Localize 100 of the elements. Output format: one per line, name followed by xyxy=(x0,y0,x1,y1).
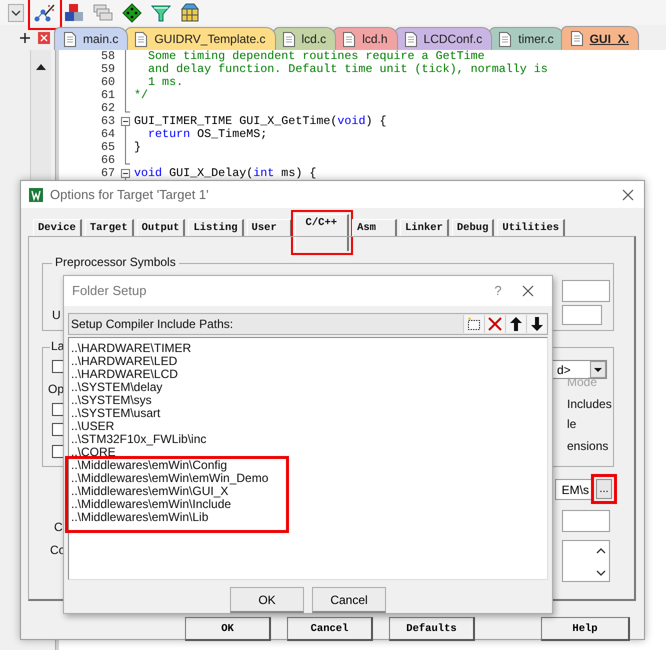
code-line: void GUI_X_Delay(int ms) { xyxy=(133,167,316,180)
document-icon xyxy=(404,32,417,46)
option-label: ensions xyxy=(567,439,608,453)
label-fragment: C xyxy=(54,520,63,534)
dialog-tab[interactable]: Listing xyxy=(188,219,244,237)
file-tab[interactable]: GUI_X. xyxy=(560,26,639,50)
windows-icon xyxy=(93,2,113,22)
dropdown[interactable]: d> xyxy=(550,360,607,379)
pin-icon[interactable] xyxy=(20,32,30,42)
code-line: return OS_TimeMS; xyxy=(147,128,268,141)
line-number: 59 xyxy=(100,63,116,76)
dialog-tab[interactable]: Utilities xyxy=(497,219,566,237)
close-icon[interactable] xyxy=(622,188,634,200)
file-tab[interactable]: LCDConf.c xyxy=(394,27,492,50)
chip-grid-button[interactable] xyxy=(178,0,202,24)
include-path-item[interactable]: ..\SYSTEM\delay xyxy=(71,380,547,394)
dialog-tab[interactable]: Linker xyxy=(400,219,449,237)
dialog-button[interactable]: OK xyxy=(230,587,304,613)
include-path-item[interactable]: ..\Middlewares\emWin\emWin_Demo xyxy=(71,472,286,485)
app-logo-icon xyxy=(29,188,43,202)
line-number: 67 xyxy=(100,167,116,180)
line-number: 66 xyxy=(100,154,116,167)
document-icon xyxy=(135,32,148,46)
include-path-item[interactable]: ..\Middlewares\emWin\Include xyxy=(71,498,286,511)
document-icon xyxy=(570,31,583,46)
file-tab[interactable]: lcd.c xyxy=(272,27,336,50)
include-path-item[interactable]: ..\Middlewares\emWin\Config xyxy=(71,458,286,472)
document-icon xyxy=(64,32,76,46)
code-line: 1 ms. xyxy=(148,76,184,89)
include-path-item[interactable]: ..\SYSTEM\sys xyxy=(71,394,547,407)
dialog-tab[interactable]: Asm xyxy=(352,219,398,237)
include-path-item[interactable]: ..\HARDWARE\LED xyxy=(71,354,547,368)
text-field[interactable] xyxy=(562,510,610,532)
include-path-item[interactable]: ..\Middlewares\emWin\GUI_X xyxy=(71,484,286,498)
dialog-tab[interactable]: Target xyxy=(84,219,134,237)
diamond-icon xyxy=(122,2,142,22)
text-field[interactable] xyxy=(562,280,610,302)
move-down-button[interactable] xyxy=(526,314,547,333)
dialog-title: Options for Target 'Target 1' xyxy=(50,187,210,202)
file-tab[interactable]: lcd.h xyxy=(333,27,398,50)
include-path-item[interactable]: ..\Middlewares\emWin\Lib xyxy=(71,510,286,524)
line-number: 60 xyxy=(100,76,116,89)
include-path-item[interactable]: ..\HARDWARE\TIMER xyxy=(71,342,547,355)
browse-button[interactable]: ... xyxy=(591,474,617,504)
fold-toggle-icon[interactable] xyxy=(120,167,130,180)
text-field[interactable] xyxy=(562,305,602,325)
list-header: Setup Compiler Include Paths: xyxy=(70,316,234,331)
move-up-icon xyxy=(510,316,522,331)
move-up-button[interactable] xyxy=(505,314,526,333)
close-icon[interactable] xyxy=(522,284,534,297)
dialog-button[interactable]: Help xyxy=(541,617,630,641)
line-number: 58 xyxy=(100,50,116,63)
dialog-button[interactable]: Defaults xyxy=(389,617,475,641)
document-icon xyxy=(499,32,512,46)
file-tab[interactable]: timer.c xyxy=(489,27,564,50)
include-path-item[interactable]: ..\HARDWARE\LCD xyxy=(71,368,547,381)
code-line: GUI_TIMER_TIME GUI_X_GetTime(void) { xyxy=(133,115,387,128)
blocks-icon xyxy=(64,2,84,22)
line-number: 61 xyxy=(100,89,116,102)
new-folder-icon xyxy=(467,316,481,331)
dialog-button[interactable]: OK xyxy=(185,617,271,641)
move-down-icon xyxy=(531,316,543,331)
code-line: */ xyxy=(133,89,148,102)
dialog-button[interactable]: Cancel xyxy=(287,617,373,641)
new-folder-button[interactable] xyxy=(463,314,484,333)
include-path-item[interactable]: ..\SYSTEM\usart xyxy=(71,406,547,420)
document-icon xyxy=(343,32,356,46)
code-line: and delay function. Default time unit (tick), normally is xyxy=(147,63,548,76)
scroll-up-icon[interactable] xyxy=(36,64,46,70)
diamond-button[interactable] xyxy=(120,0,144,24)
option-label: le xyxy=(567,417,576,431)
code-line: Some timing dependent routines require a GetTime xyxy=(147,50,485,63)
code-line: } xyxy=(133,141,142,154)
label-fragment: Op xyxy=(48,382,64,396)
group-label: Preprocessor Symbols xyxy=(52,255,179,269)
document-icon xyxy=(282,32,294,46)
dialog-button[interactable]: Cancel xyxy=(312,587,386,613)
chip-grid-icon xyxy=(180,2,200,22)
fold-toggle-icon[interactable] xyxy=(120,115,130,128)
magic-wand-icon xyxy=(34,2,56,22)
dialog-tab[interactable]: Output xyxy=(136,219,186,237)
close-icon[interactable] xyxy=(38,32,50,44)
delete-icon xyxy=(488,316,502,331)
dialog-title: Folder Setup xyxy=(72,283,148,298)
include-path-item[interactable]: ..\STM32F10x_FWLib\inc xyxy=(71,432,547,446)
line-number: 65 xyxy=(100,141,116,154)
include-paths-field[interactable]: EM\s xyxy=(555,479,592,500)
delete-button[interactable] xyxy=(484,314,505,333)
funnel-icon xyxy=(151,2,171,22)
line-number: 64 xyxy=(100,128,116,141)
line-number: 62 xyxy=(100,102,116,115)
include-path-item[interactable]: ..\CORE xyxy=(71,446,547,459)
option-label: Includes xyxy=(567,397,612,411)
help-button[interactable]: ? xyxy=(478,283,518,298)
include-path-item[interactable]: ..\USER xyxy=(71,420,547,433)
line-number: 63 xyxy=(100,115,116,128)
dialog-tab[interactable]: Debug xyxy=(452,219,494,237)
dialog-tab[interactable]: Device xyxy=(33,219,82,237)
file-tab[interactable]: GUIDRV_Template.c xyxy=(125,27,276,50)
file-tab[interactable]: main.c xyxy=(54,27,128,50)
